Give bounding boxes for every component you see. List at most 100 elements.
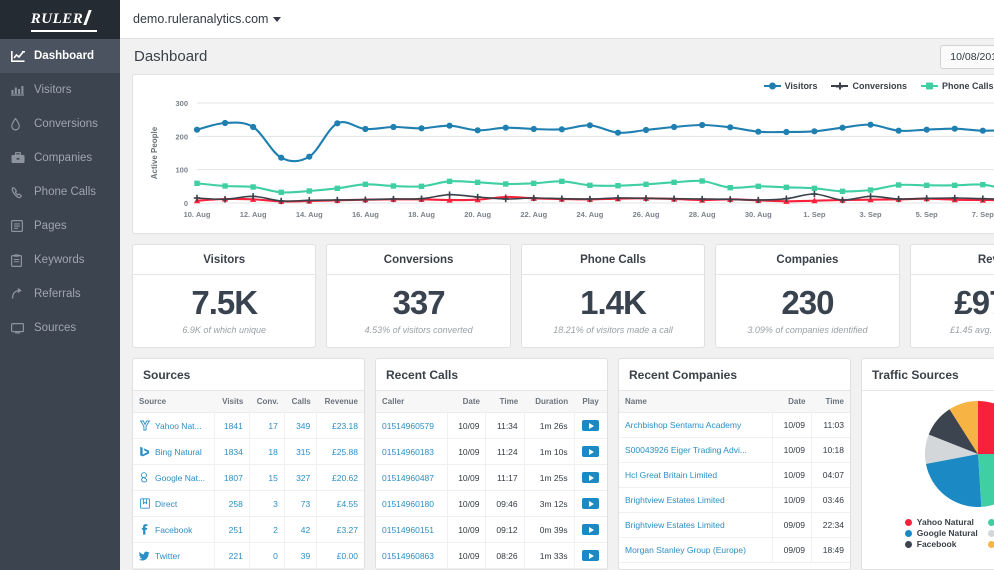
caller-link[interactable]: 01514960487 xyxy=(382,473,434,483)
sources-table: Source Visits Conv. Calls Revenue Yahoo … xyxy=(133,391,364,569)
play-button[interactable] xyxy=(582,524,600,535)
table-row[interactable]: Brightview Estates Limited 09/09 22:34 xyxy=(619,512,850,538)
table-row[interactable]: 01514960151 10/09 09:12 0m 39s xyxy=(376,516,607,543)
legend-item-conversions[interactable]: Conversions xyxy=(831,81,907,91)
sidebar-item-conversions[interactable]: Conversions xyxy=(0,107,120,141)
recent-calls-table: Caller Date Time Duration Play 015149605… xyxy=(376,391,607,569)
facebook-icon xyxy=(139,524,150,535)
cell-caller[interactable]: 01514960579 xyxy=(376,412,448,439)
table-row[interactable]: Archbishop Sentamu Academy 10/09 11:03 xyxy=(619,412,850,438)
table-row[interactable]: 01514960180 10/09 09:46 3m 12s xyxy=(376,490,607,517)
legend-item-visitors[interactable]: Visitors xyxy=(763,81,817,91)
cell-play[interactable] xyxy=(573,542,607,569)
cell-source[interactable]: Direct xyxy=(133,490,215,517)
sidebar-item-phone-calls[interactable]: Phone Calls xyxy=(0,175,120,209)
caller-link[interactable]: 01514960180 xyxy=(382,499,434,509)
domain-selector[interactable]: demo.ruleranalytics.com xyxy=(133,12,282,26)
source-link[interactable]: Twitter xyxy=(155,551,180,561)
cell-source[interactable]: Google Nat... xyxy=(133,464,215,491)
date-range-label: 10/08/2014 to 10/09/2014 xyxy=(950,50,994,63)
chevron-down-icon xyxy=(273,16,282,22)
caller-link[interactable]: 01514960183 xyxy=(382,447,434,457)
table-row[interactable]: S00043926 Eiger Trading Advi... 10/09 10:1… xyxy=(619,437,850,463)
cell-company-name[interactable]: Archbishop Sentamu Academy xyxy=(619,412,773,438)
legend-item-phone-calls[interactable]: Phone Calls xyxy=(920,81,993,91)
cell-caller[interactable]: 01514960487 xyxy=(376,464,448,491)
company-link[interactable]: Brightview Estates Limited xyxy=(625,495,725,505)
domain-label: demo.ruleranalytics.com xyxy=(133,12,269,26)
col-play: Play xyxy=(574,391,607,413)
company-link[interactable]: S00043926 Eiger Trading Advi... xyxy=(625,445,747,455)
caller-link[interactable]: 01514960579 xyxy=(382,421,434,431)
cell-company-name[interactable]: Brightview Estates Limited xyxy=(619,512,773,538)
legend-swatch-phone-calls xyxy=(920,82,938,90)
source-link[interactable]: Facebook xyxy=(155,525,192,535)
pie-legend-item[interactable]: Twitter xyxy=(987,539,994,549)
table-row[interactable]: 01514960487 10/09 11:17 1m 25s xyxy=(376,464,607,491)
table-row[interactable]: 01514960863 10/09 08:26 1m 33s xyxy=(376,542,607,569)
date-range-picker[interactable]: 10/08/2014 to 10/09/2014 xyxy=(940,44,994,69)
cell-play[interactable] xyxy=(573,490,607,517)
sidebar-item-visitors[interactable]: Visitors xyxy=(0,73,120,107)
cell-play[interactable] xyxy=(573,412,607,439)
sidebar-item-dashboard[interactable]: Dashboard xyxy=(0,39,120,73)
table-row[interactable]: Hcl Great Britain Limited 10/09 04:07 xyxy=(619,462,850,488)
company-link[interactable]: Brightview Estates Limited xyxy=(625,520,725,530)
sidebar-item-keywords[interactable]: Keywords xyxy=(0,243,120,277)
cell-play[interactable] xyxy=(573,516,607,543)
cell-source[interactable]: Twitter xyxy=(133,542,215,569)
company-link[interactable]: Archbishop Sentamu Academy xyxy=(625,420,741,430)
caller-link[interactable]: 01514960863 xyxy=(382,551,434,561)
play-button[interactable] xyxy=(582,420,600,431)
table-row[interactable]: Morgan Stanley Group (Europe) 09/09 18:49 xyxy=(619,537,850,563)
pie-legend-item[interactable]: Facebook xyxy=(904,539,978,549)
sidebar-item-pages[interactable]: Pages xyxy=(0,209,120,243)
source-link[interactable]: Direct xyxy=(155,499,177,509)
cell-visits: 1834 xyxy=(214,438,250,465)
play-button[interactable] xyxy=(582,446,600,457)
cell-source[interactable]: Yahoo Nat... xyxy=(133,412,215,439)
col-name: Name xyxy=(619,391,773,413)
table-row[interactable]: Yahoo Nat... 1841 17 349 £23.18 xyxy=(133,412,364,439)
cell-caller[interactable]: 01514960151 xyxy=(376,516,448,543)
table-row[interactable]: Twitter 221 0 39 £0.00 xyxy=(133,542,364,569)
cell-company-name[interactable]: Morgan Stanley Group (Europe) xyxy=(619,537,773,563)
sidebar-item-sources[interactable]: Sources xyxy=(0,311,120,345)
source-link[interactable]: Yahoo Nat... xyxy=(155,421,202,431)
sidebar-item-referrals[interactable]: Referrals xyxy=(0,277,120,311)
source-link[interactable]: Bing Natural xyxy=(155,447,202,457)
cell-caller[interactable]: 01514960863 xyxy=(376,542,448,569)
cell-caller[interactable]: 01514960183 xyxy=(376,438,448,465)
cell-company-name[interactable]: S00043926 Eiger Trading Advi... xyxy=(619,437,773,463)
table-row[interactable]: Direct 258 3 73 £4.55 xyxy=(133,490,364,517)
table-row[interactable]: Google Nat... 1807 15 327 £20.62 xyxy=(133,464,364,491)
company-link[interactable]: Morgan Stanley Group (Europe) xyxy=(625,545,746,555)
source-link[interactable]: Google Nat... xyxy=(155,473,205,483)
cell-source[interactable]: Facebook xyxy=(133,516,215,543)
pie-slice[interactable] xyxy=(977,401,994,454)
table-row[interactable]: 01514960579 10/09 11:34 1m 26s xyxy=(376,412,607,439)
table-row[interactable]: Facebook 251 2 42 £3.27 xyxy=(133,516,364,543)
cell-play[interactable] xyxy=(573,464,607,491)
pie-legend-item[interactable]: Bing Natural xyxy=(987,517,994,527)
cell-source[interactable]: Bing Natural xyxy=(133,438,215,465)
app-logo[interactable]: RULER xyxy=(0,0,120,39)
pie-legend-item[interactable]: Direct xyxy=(987,528,994,538)
cell-company-name[interactable]: Hcl Great Britain Limited xyxy=(619,462,773,488)
table-row[interactable]: Bing Natural 1834 18 315 £25.88 xyxy=(133,438,364,465)
pie-legend-item[interactable]: Google Natural xyxy=(904,528,978,538)
pie-legend-item[interactable]: Yahoo Natural xyxy=(904,517,978,527)
table-row[interactable]: 01514960183 10/09 11:24 1m 10s xyxy=(376,438,607,465)
table-row[interactable]: Brightview Estates Limited 10/09 03:46 xyxy=(619,487,850,513)
company-link[interactable]: Hcl Great Britain Limited xyxy=(625,470,717,480)
caller-link[interactable]: 01514960151 xyxy=(382,525,434,535)
sidebar-item-companies[interactable]: Companies xyxy=(0,141,120,175)
cell-caller[interactable]: 01514960180 xyxy=(376,490,448,517)
play-button[interactable] xyxy=(582,498,600,509)
play-button[interactable] xyxy=(582,472,600,483)
cell-play[interactable] xyxy=(573,438,607,465)
svg-text:7. Sep: 7. Sep xyxy=(972,210,994,219)
svg-text:16. Aug: 16. Aug xyxy=(352,210,379,219)
play-button[interactable] xyxy=(582,550,600,561)
cell-company-name[interactable]: Brightview Estates Limited xyxy=(619,487,773,513)
